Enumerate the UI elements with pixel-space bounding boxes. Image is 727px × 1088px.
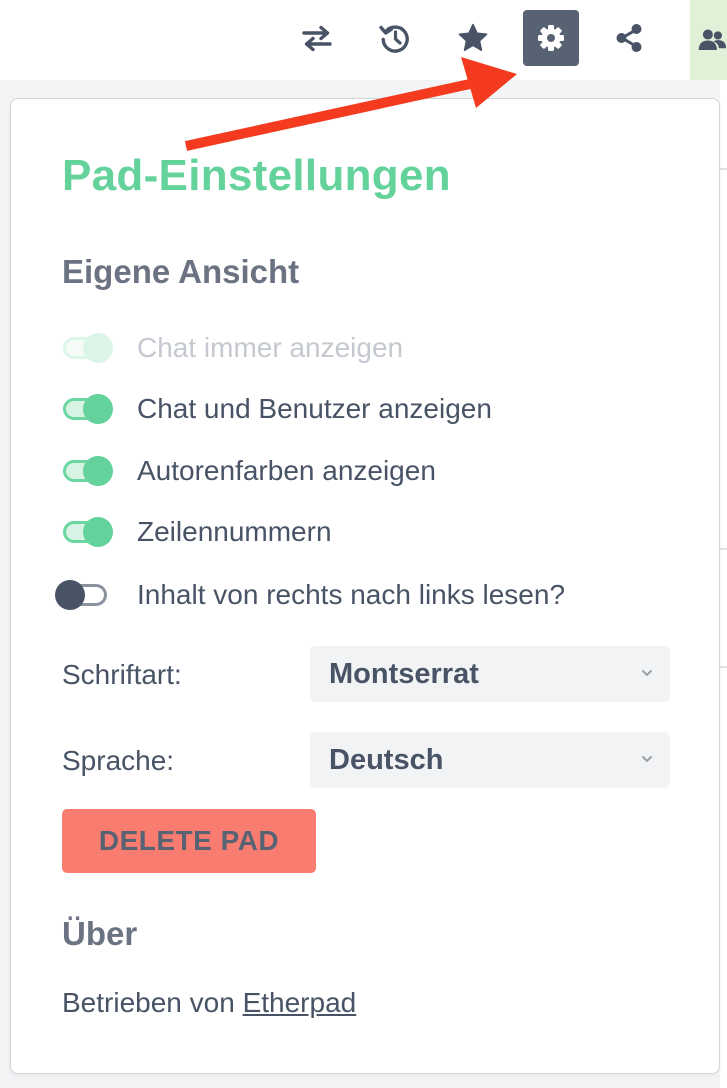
author-colors-toggle[interactable] — [55, 456, 113, 486]
language-select[interactable]: Deutsch — [310, 732, 670, 788]
settings-popup: Pad-Einstellungen Eigene Ansicht Chat im… — [10, 98, 720, 1074]
settings-title: Pad-Einstellungen — [62, 151, 451, 200]
users-button[interactable] — [690, 0, 727, 80]
gear-icon — [538, 25, 564, 51]
powered-text: Betrieben von — [62, 987, 235, 1018]
users-icon — [698, 29, 727, 51]
history-icon — [379, 25, 409, 53]
chevron-down-icon — [642, 756, 652, 762]
settings-button[interactable] — [523, 10, 579, 66]
font-select-value: Montserrat — [329, 657, 479, 690]
chat-and-users-toggle[interactable] — [55, 394, 113, 424]
share-icon — [616, 24, 642, 52]
chat-always-toggle — [55, 333, 113, 363]
etherpad-link[interactable]: Etherpad — [243, 987, 357, 1018]
powered-by: Betrieben von Etherpad — [62, 987, 356, 1019]
option-author-colors[interactable]: Autorenfarben anzeigen — [55, 449, 436, 493]
line-numbers-toggle[interactable] — [55, 517, 113, 547]
about-heading: Über — [62, 915, 138, 952]
option-label: Chat immer anzeigen — [137, 332, 404, 363]
language-label: Sprache: — [62, 745, 175, 776]
chevron-down-icon — [642, 670, 652, 676]
arrows-exchange-icon — [302, 25, 332, 52]
font-select[interactable]: Montserrat — [310, 646, 670, 702]
toolbar — [0, 0, 727, 80]
share-button[interactable] — [601, 10, 657, 66]
option-chat-always: Chat immer anzeigen — [55, 326, 403, 370]
editor-background — [720, 80, 727, 1088]
delete-pad-button[interactable]: DELETE PAD — [62, 809, 316, 873]
option-rtl[interactable]: Inhalt von rechts nach links lesen? — [55, 573, 565, 617]
font-label: Schriftart: — [62, 659, 182, 690]
my-view-heading: Eigene Ansicht — [62, 253, 300, 290]
option-label[interactable]: Zeilennummern — [137, 516, 332, 548]
option-label[interactable]: Inhalt von rechts nach links lesen? — [137, 579, 565, 611]
option-label[interactable]: Chat und Benutzer anzeigen — [137, 393, 492, 425]
saved-revision-button[interactable] — [445, 10, 501, 66]
import-export-button[interactable] — [289, 10, 345, 66]
option-line-numbers[interactable]: Zeilennummern — [55, 510, 332, 554]
star-icon — [458, 23, 488, 52]
option-label[interactable]: Autorenfarben anzeigen — [137, 455, 436, 487]
rtl-toggle[interactable] — [55, 580, 111, 610]
language-select-value: Deutsch — [329, 743, 444, 776]
option-chat-and-users[interactable]: Chat und Benutzer anzeigen — [55, 387, 492, 431]
timeslider-button[interactable] — [367, 10, 423, 66]
